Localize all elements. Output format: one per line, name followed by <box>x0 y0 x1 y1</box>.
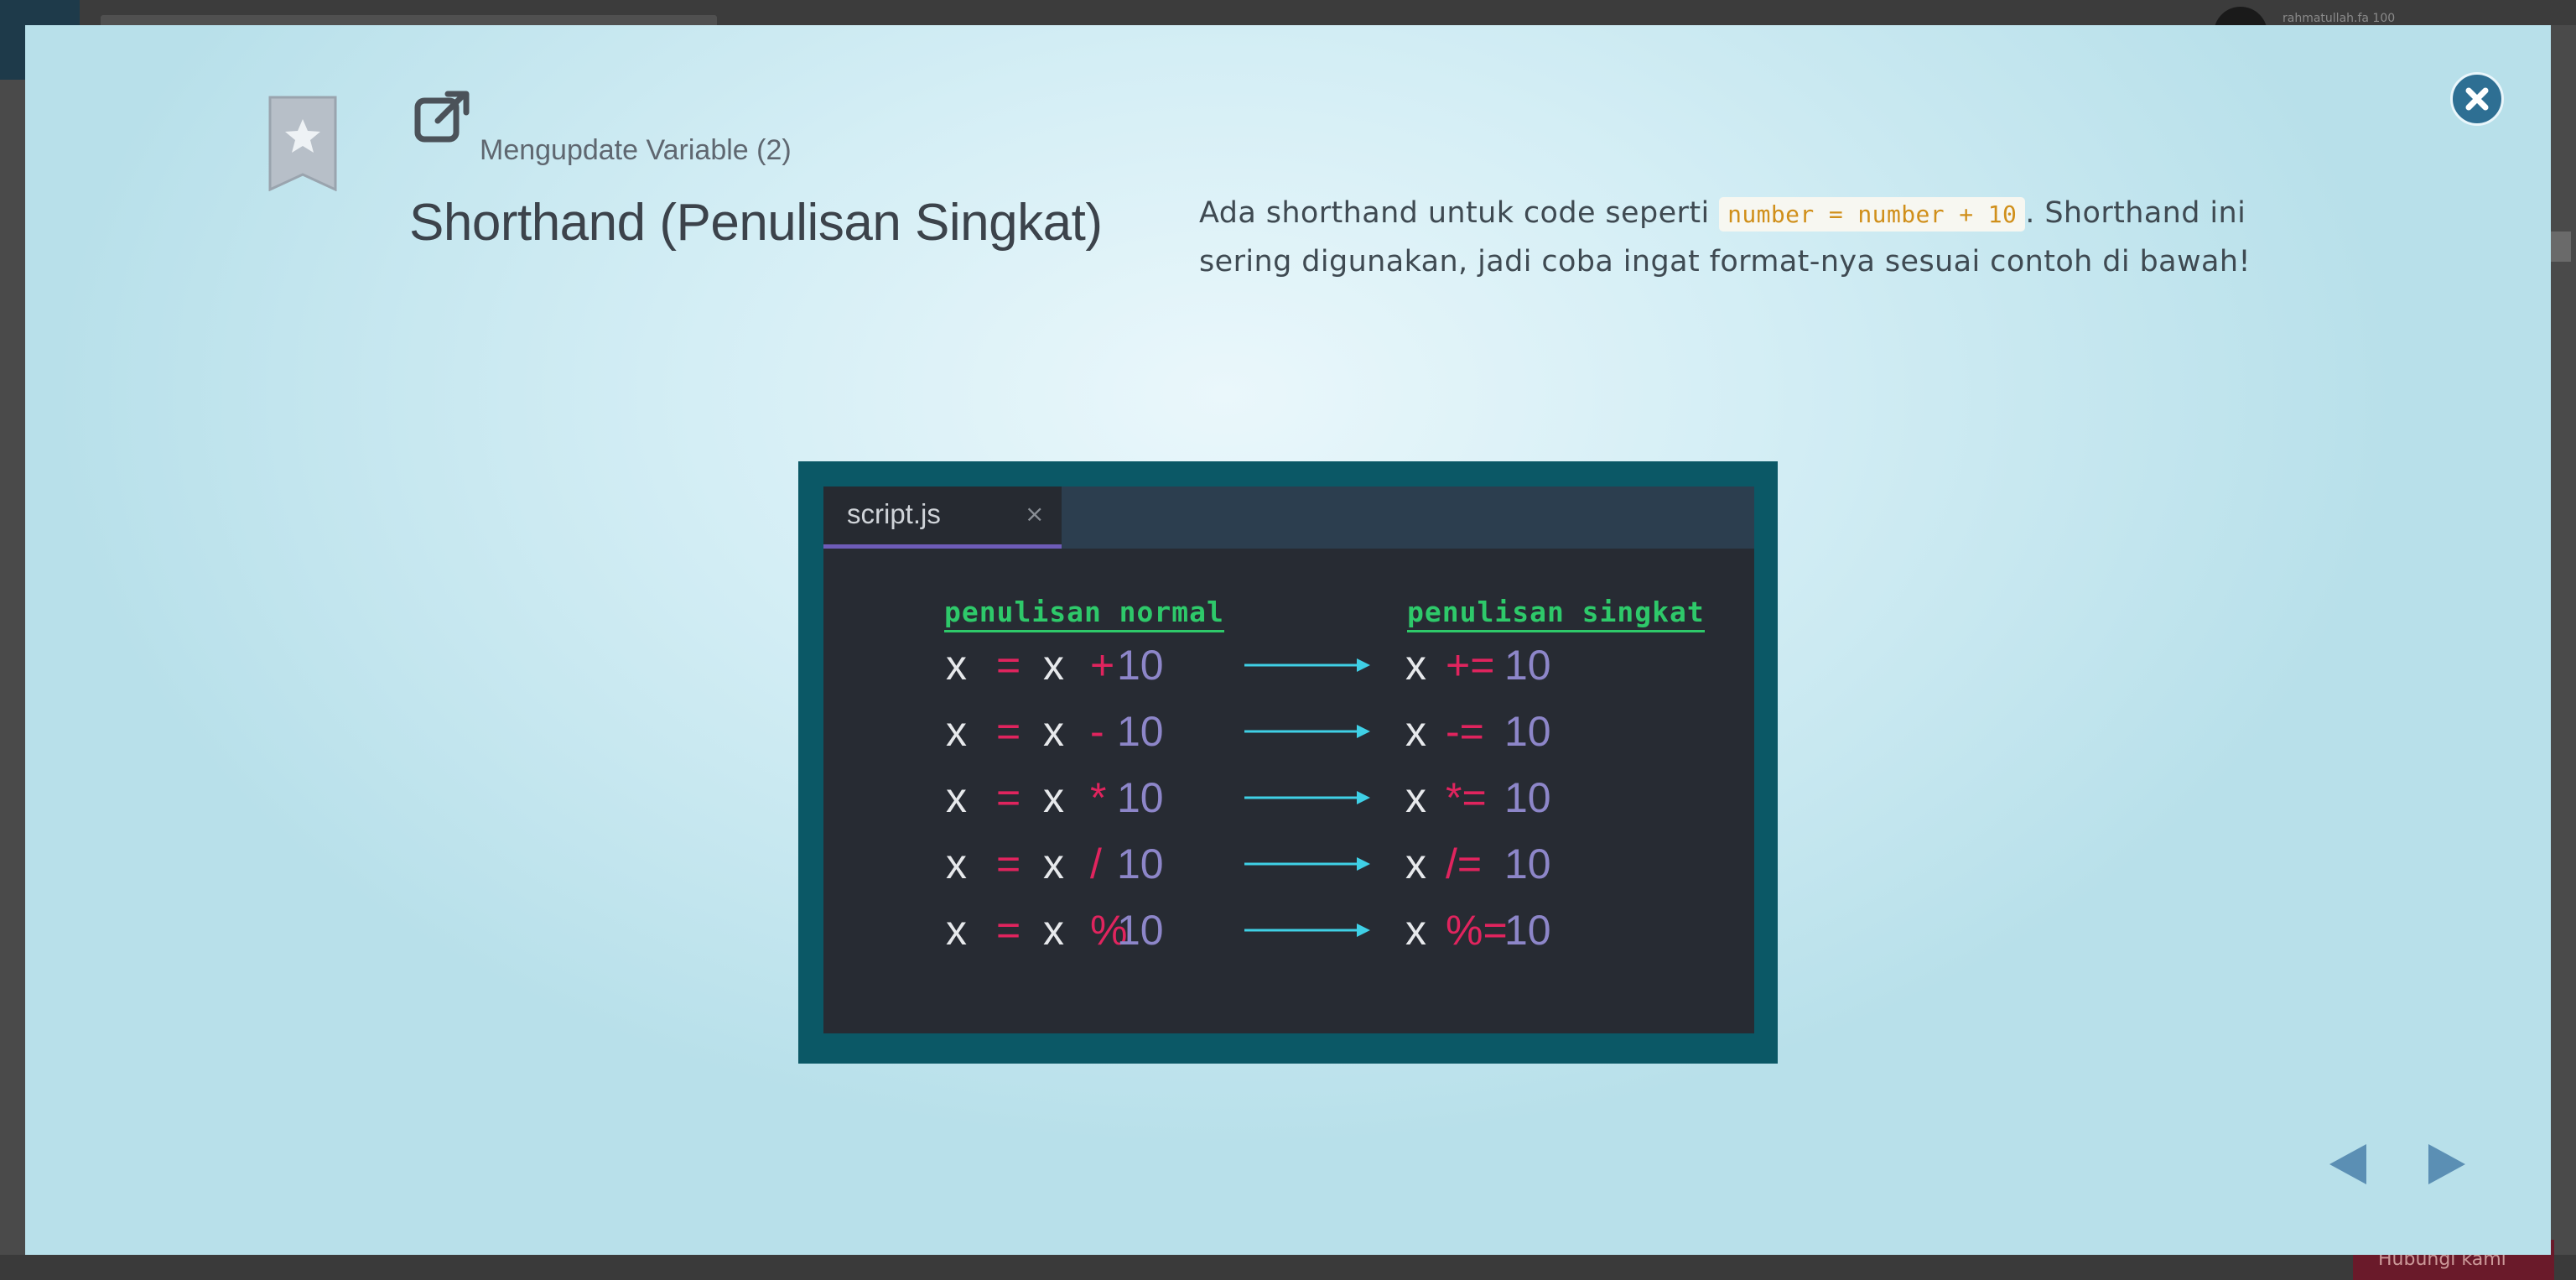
code-token-var2: x <box>1043 774 1064 821</box>
code-token-short-op: += <box>1446 642 1495 689</box>
arrow-right-icon <box>1244 725 1370 738</box>
code-token-num: 10 <box>1117 907 1164 954</box>
code-token-var: x <box>946 774 967 821</box>
username-label: rahmatullah.fa 100 <box>2283 12 2396 25</box>
arrow-right-icon <box>1244 857 1370 871</box>
code-editor: script.js × penulisan normal penulisan s… <box>823 487 1754 1033</box>
code-row: x = x +10 x += 10 <box>823 636 1754 695</box>
code-token-var2: x <box>1043 840 1064 887</box>
lesson-subtitle: Mengupdate Variable (2) <box>480 134 792 166</box>
code-token-num: 10 <box>1117 708 1164 755</box>
code-token-num: 10 <box>1117 642 1164 689</box>
tab-filename: script.js <box>847 498 941 529</box>
external-link-icon[interactable] <box>413 91 473 144</box>
code-token-var3: x <box>1405 708 1426 755</box>
close-button[interactable] <box>2450 72 2504 126</box>
code-token-eq: = <box>996 642 1021 689</box>
code-token-eq: = <box>996 840 1021 887</box>
arrow-right-icon <box>1244 791 1370 804</box>
triangle-left-icon <box>2329 1144 2366 1184</box>
code-token-num: 10 <box>1117 774 1164 821</box>
code-token-var3: x <box>1405 774 1426 821</box>
arrow-right-icon <box>1244 658 1370 672</box>
close-icon <box>2465 87 2489 111</box>
description-text: Ada shorthand untuk code seperti <box>1199 196 1720 230</box>
code-token-var2: x <box>1043 642 1064 689</box>
code-token-op: + <box>1090 642 1115 689</box>
code-token-eq: = <box>996 907 1021 954</box>
code-token-short-op: %= <box>1446 907 1508 954</box>
code-token-eq: = <box>996 774 1021 821</box>
editor-tab: script.js × <box>823 487 1062 549</box>
code-row: x = x * 10 x *= 10 <box>823 768 1754 827</box>
code-token-short-op: /= <box>1446 840 1483 887</box>
code-row: x = x -10 x -= 10 <box>823 702 1754 761</box>
code-token-num2: 10 <box>1504 774 1551 821</box>
header-short: penulisan singkat <box>1407 596 1705 632</box>
code-token-var2: x <box>1043 708 1064 755</box>
code-row: x = x% 10 x %= 10 <box>823 901 1754 960</box>
lesson-title: Shorthand (Penulisan Singkat) <box>409 194 1103 252</box>
background-bottom-bar <box>0 1255 2576 1280</box>
inline-code: number = number + 10 <box>1719 197 2026 232</box>
code-row: x = x / 10 x /= 10 <box>823 835 1754 893</box>
code-token-op: * <box>1090 774 1107 821</box>
star-bookmark-icon[interactable] <box>267 96 339 192</box>
code-token-num2: 10 <box>1504 708 1551 755</box>
code-token-var: x <box>946 907 967 954</box>
code-token-var: x <box>946 840 967 887</box>
code-token-short-op: -= <box>1446 708 1484 755</box>
code-token-var3: x <box>1405 642 1426 689</box>
code-token-num2: 10 <box>1504 907 1551 954</box>
code-token-var3: x <box>1405 840 1426 887</box>
code-token-var2: x <box>1043 907 1064 954</box>
code-token-num2: 10 <box>1504 642 1551 689</box>
code-token-var: x <box>946 642 967 689</box>
code-token-op: - <box>1090 708 1104 755</box>
lesson-description: Ada shorthand untuk code seperti number … <box>1199 190 2314 285</box>
code-token-var: x <box>946 708 967 755</box>
code-token-op: / <box>1090 840 1102 887</box>
code-token-eq: = <box>996 708 1021 755</box>
code-token-var3: x <box>1405 907 1426 954</box>
slide-modal: Mengupdate Variable (2) Shorthand (Penul… <box>25 25 2551 1255</box>
tab-close-icon: × <box>1025 500 1045 528</box>
editor-tabbar: script.js × <box>823 487 1754 549</box>
next-slide-button[interactable] <box>2425 1141 2469 1188</box>
previous-slide-button[interactable] <box>2326 1141 2370 1188</box>
triangle-right-icon <box>2428 1144 2465 1184</box>
arrow-right-icon <box>1244 924 1370 937</box>
code-token-short-op: *= <box>1446 774 1487 821</box>
code-token-num: 10 <box>1117 840 1164 887</box>
page-scrollbar-thumb <box>2551 232 2571 262</box>
header-normal: penulisan normal <box>944 596 1224 632</box>
code-illustration: script.js × penulisan normal penulisan s… <box>798 461 1778 1064</box>
code-token-num2: 10 <box>1504 840 1551 887</box>
